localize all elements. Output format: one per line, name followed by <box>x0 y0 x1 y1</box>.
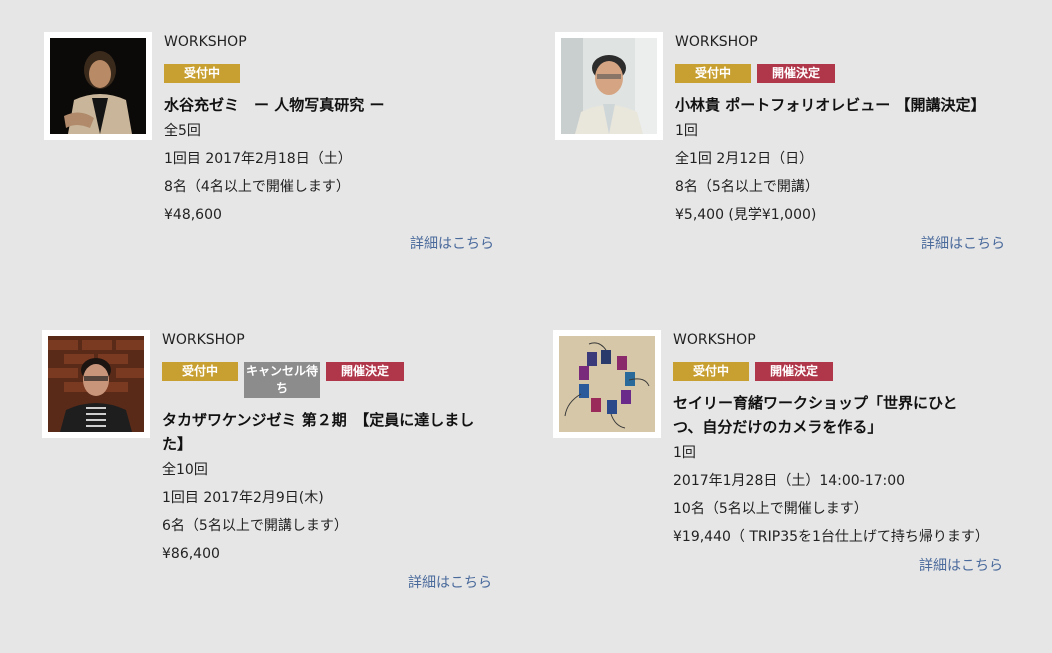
details-link[interactable]: 詳細はこちら <box>164 233 494 253</box>
portrait-photo-icon <box>561 38 657 134</box>
portrait-photo-icon <box>50 38 146 134</box>
status-badge-decided: 開催決定 <box>326 362 404 381</box>
status-badge-decided: 開催決定 <box>757 64 835 83</box>
category-label: WORKSHOP <box>162 332 245 348</box>
price-text: ¥5,400 (見学¥1,000) <box>675 207 817 223</box>
details-link[interactable]: 詳細はこちら <box>673 555 1003 575</box>
sessions-count: 1回 <box>675 123 698 139</box>
status-badge-open: 受付中 <box>162 362 238 381</box>
price-text: ¥48,600 <box>164 207 222 223</box>
camera-ring-photo-icon <box>559 336 655 432</box>
workshop-thumbnail[interactable] <box>555 32 663 140</box>
sessions-count: 1回 <box>673 445 696 461</box>
workshop-title: セイリー育緒ワークショップ「世界にひとつ、自分だけのカメラを作る」 <box>673 394 958 436</box>
status-badge-open: 受付中 <box>673 362 749 381</box>
capacity-text: 10名（5名以上で開催します） <box>673 501 868 517</box>
status-badge-open: 受付中 <box>164 64 240 83</box>
workshop-title: タカザワケンジゼミ 第２期 【定員に達しました】 <box>162 411 475 453</box>
status-badge-open: 受付中 <box>675 64 751 83</box>
workshop-thumbnail[interactable] <box>553 330 661 438</box>
workshop-thumbnail[interactable] <box>42 330 150 438</box>
category-label: WORKSHOP <box>675 34 758 50</box>
details-link[interactable]: 詳細はこちら <box>675 233 1005 253</box>
category-label: WORKSHOP <box>673 332 756 348</box>
schedule-date: 2017年1月28日（土）14:00-17:00 <box>673 473 906 489</box>
status-badge-waitlist: キャンセル待ち <box>244 362 320 398</box>
price-text: ¥19,440（ TRIP35を1台仕上げて持ち帰ります） <box>673 529 989 545</box>
status-badges: 受付中 開催決定 <box>675 64 1015 83</box>
price-text: ¥86,400 <box>162 546 220 562</box>
details-link[interactable]: 詳細はこちら <box>162 572 492 592</box>
schedule-date: 全1回 2月12日（日） <box>675 151 814 167</box>
status-badges: 受付中 開催決定 <box>673 362 1013 381</box>
portrait-photo-icon <box>48 336 144 432</box>
capacity-text: 8名（5名以上で開講） <box>675 179 819 195</box>
schedule-date: 1回目 2017年2月9日(木) <box>162 490 324 506</box>
status-badges: 受付中 <box>164 64 504 83</box>
workshop-title: 小林貴 ポートフォリオレビュー 【開講決定】 <box>675 96 986 114</box>
capacity-text: 8名（4名以上で開催します） <box>164 179 350 195</box>
sessions-count: 全5回 <box>164 123 201 139</box>
sessions-count: 全10回 <box>162 462 208 478</box>
status-badges: 受付中 キャンセル待ち 開催決定 <box>162 362 502 398</box>
workshop-thumbnail[interactable] <box>44 32 152 140</box>
status-badge-decided: 開催決定 <box>755 362 833 381</box>
category-label: WORKSHOP <box>164 34 247 50</box>
workshop-title: 水谷充ゼミ ー 人物写真研究 ー <box>164 96 385 114</box>
schedule-date: 1回目 2017年2月18日（土） <box>164 151 352 167</box>
capacity-text: 6名（5名以上で開講します） <box>162 518 348 534</box>
